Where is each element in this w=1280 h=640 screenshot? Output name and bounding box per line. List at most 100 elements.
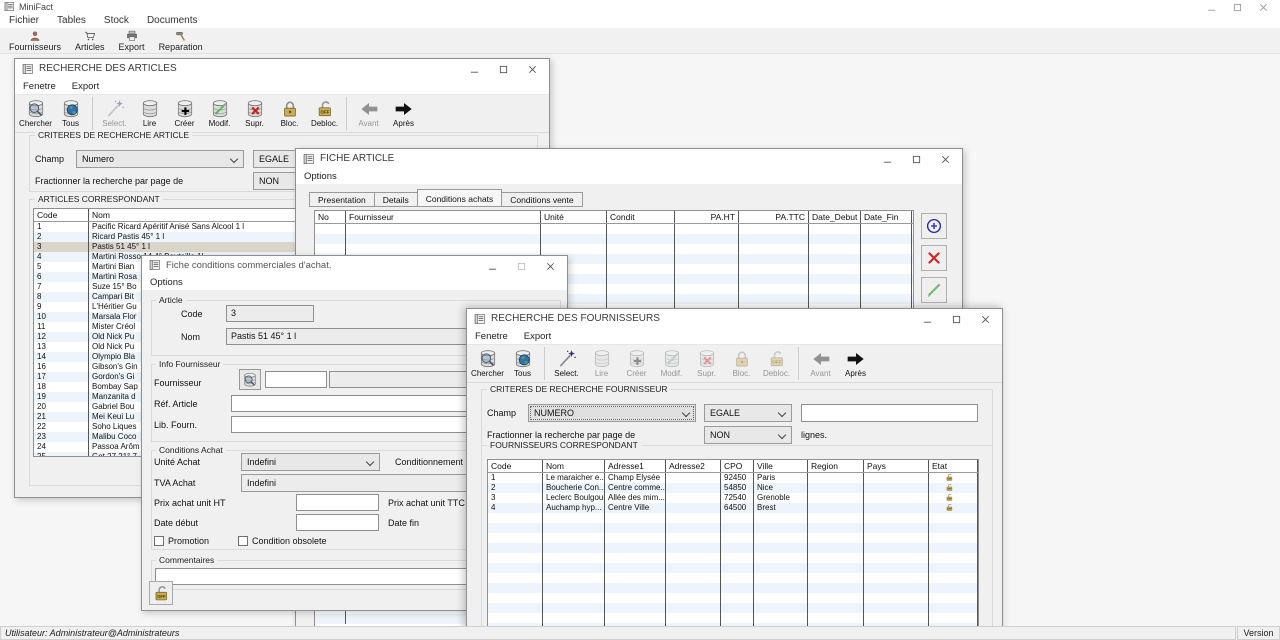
menu-item-options[interactable]: Options bbox=[296, 169, 345, 184]
menu-item-fichier[interactable]: Fichier bbox=[0, 14, 48, 28]
champ-select[interactable]: Numero bbox=[76, 150, 244, 168]
toolbar-button-articles[interactable]: Articles bbox=[68, 30, 112, 52]
toolbar-button-tous[interactable]: Tous bbox=[505, 349, 540, 378]
table-row[interactable]: 1Le maraicher e...Champ Elysée92450Paris bbox=[488, 473, 978, 483]
column-header-code[interactable]: Code bbox=[34, 209, 89, 221]
delete-row-button[interactable] bbox=[921, 245, 947, 271]
column-header-etat[interactable]: Etat bbox=[929, 460, 978, 472]
minimize-button[interactable] bbox=[1198, 0, 1224, 14]
column-header-condit[interactable]: Condit bbox=[607, 211, 675, 223]
toolbar-button-export[interactable]: Export bbox=[112, 30, 152, 52]
menu-item-export[interactable]: Export bbox=[516, 329, 559, 344]
fournisseur-code-field[interactable] bbox=[265, 371, 327, 388]
condition-obsolete-checkbox[interactable] bbox=[238, 536, 248, 546]
add-row-button[interactable] bbox=[921, 213, 947, 239]
toolbar-button-bloc[interactable]: Bloc. bbox=[272, 99, 307, 128]
table-row[interactable]: 3Leclerc BoulgourAllée des mim...72540Gr… bbox=[488, 493, 978, 503]
toolbar-button-select: Select. bbox=[97, 99, 132, 128]
menu-item-export[interactable]: Export bbox=[64, 79, 107, 94]
window-icon bbox=[303, 153, 315, 165]
column-header-no[interactable]: No bbox=[315, 211, 346, 223]
db-pencil-icon bbox=[662, 349, 682, 369]
column-header-unit-[interactable]: Unité bbox=[541, 211, 607, 223]
column-header-adresse2[interactable]: Adresse2 bbox=[666, 460, 721, 472]
minimize-button[interactable] bbox=[460, 59, 489, 79]
toolbar-button-supr[interactable]: Supr. bbox=[237, 99, 272, 128]
toolbar-button-modif[interactable]: Modif. bbox=[202, 99, 237, 128]
toolbar-button-aprs[interactable]: Après bbox=[386, 99, 421, 128]
toolbar-button-select[interactable]: Select. bbox=[549, 349, 584, 378]
menu-item-options[interactable]: Options bbox=[142, 275, 191, 290]
toolbar-button-debloc[interactable]: Debloc. bbox=[307, 99, 342, 128]
table-row[interactable]: 4Auchamp hyp...Centre Ville64500Brest bbox=[488, 503, 978, 513]
champ-select[interactable]: NUMERO bbox=[528, 404, 696, 422]
column-header-pays[interactable]: Pays bbox=[864, 460, 929, 472]
titlebar[interactable]: FICHE ARTICLE bbox=[296, 149, 962, 169]
close-button[interactable] bbox=[971, 309, 1000, 329]
prix-ht-field[interactable] bbox=[296, 494, 379, 511]
operator-select[interactable]: EGALE bbox=[704, 404, 792, 422]
search-value-field[interactable] bbox=[801, 404, 978, 422]
table-row[interactable]: 2Boucherie Con...Centre comme...54850Nic… bbox=[488, 483, 978, 493]
titlebar[interactable]: Fiche conditions commerciales d'achat. bbox=[142, 256, 567, 275]
titlebar[interactable]: RECHERCHE DES ARTICLES bbox=[15, 59, 549, 79]
unite-achat-select[interactable]: Indefini bbox=[241, 453, 380, 471]
toolbar-button-crer[interactable]: Créer bbox=[167, 99, 202, 128]
fournisseurs-toolbar: ChercherTousSelect.LireCréerModif.Supr.B… bbox=[467, 344, 1002, 383]
column-header-pa-ttc[interactable]: PA.TTC bbox=[739, 211, 809, 223]
tab-conditions-achats[interactable]: Conditions achats bbox=[417, 189, 503, 207]
minimize-button[interactable] bbox=[913, 309, 942, 329]
toolbar-button-avant: Avant bbox=[803, 349, 838, 378]
maximize-button[interactable] bbox=[489, 59, 518, 79]
tab-conditions-vente[interactable]: Conditions vente bbox=[502, 192, 582, 207]
date-debut-field[interactable] bbox=[296, 514, 379, 531]
toolbar-button-reparation[interactable]: Reparation bbox=[152, 30, 210, 52]
toolbar-button-chercher[interactable]: Chercher bbox=[470, 349, 505, 378]
column-header-region[interactable]: Region bbox=[808, 460, 864, 472]
nom-label: Nom bbox=[181, 332, 200, 342]
toolbar-button-lire[interactable]: Lire bbox=[132, 99, 167, 128]
results-legend: FOURNISSEURS CORRESPONDANT bbox=[487, 440, 641, 450]
menu-item-tables[interactable]: Tables bbox=[48, 14, 95, 28]
close-button[interactable] bbox=[1250, 0, 1276, 14]
info-fournisseur-legend: Info Fournisseur bbox=[156, 359, 223, 369]
fraction-select[interactable]: NON bbox=[704, 426, 792, 444]
column-header-ville[interactable]: Ville bbox=[754, 460, 808, 472]
column-header-pa-ht[interactable]: PA.HT bbox=[675, 211, 739, 223]
tab-presentation[interactable]: Presentation bbox=[309, 192, 375, 207]
tab-details[interactable]: Details bbox=[375, 192, 418, 207]
toolbar-button-fournisseurs[interactable]: Fournisseurs bbox=[2, 30, 68, 52]
maximize-button[interactable] bbox=[902, 149, 931, 169]
minimize-button[interactable] bbox=[478, 256, 507, 276]
close-button[interactable] bbox=[931, 149, 960, 169]
titlebar[interactable]: RECHERCHE DES FOURNISSEURS bbox=[467, 309, 1002, 329]
menu-item-fenetre[interactable]: Fenetre bbox=[15, 79, 64, 94]
maximize-button[interactable] bbox=[942, 309, 971, 329]
toolbar-button-chercher[interactable]: Chercher bbox=[18, 99, 53, 128]
code-field[interactable]: 3 bbox=[226, 305, 314, 322]
column-header-fournisseur[interactable]: Fournisseur bbox=[346, 211, 541, 223]
toolbar-button-tous[interactable]: Tous bbox=[53, 99, 88, 128]
menu-item-stock[interactable]: Stock bbox=[95, 14, 138, 28]
table-row-empty bbox=[488, 603, 978, 613]
promotion-checkbox[interactable] bbox=[154, 536, 164, 546]
chevron-down-icon bbox=[230, 155, 238, 163]
fournisseur-search-button[interactable] bbox=[239, 369, 261, 390]
maximize-button bbox=[507, 256, 536, 276]
menu-item-documents[interactable]: Documents bbox=[138, 14, 207, 28]
column-header-adresse1[interactable]: Adresse1 bbox=[605, 460, 666, 472]
unlock-button[interactable] bbox=[149, 581, 173, 605]
column-header-cpo[interactable]: CPO bbox=[721, 460, 754, 472]
column-header-code[interactable]: Code bbox=[488, 460, 543, 472]
edit-row-button[interactable] bbox=[921, 277, 947, 303]
column-header-nom[interactable]: Nom bbox=[543, 460, 605, 472]
close-button[interactable] bbox=[536, 256, 565, 276]
toolbar-button-aprs[interactable]: Après bbox=[838, 349, 873, 378]
column-header-date-debut[interactable]: Date_Debut bbox=[809, 211, 861, 223]
table-row-empty bbox=[488, 513, 978, 523]
close-button[interactable] bbox=[518, 59, 547, 79]
menu-item-fenetre[interactable]: Fenetre bbox=[467, 329, 516, 344]
column-header-date-fin[interactable]: Date_Fin bbox=[861, 211, 912, 223]
minimize-button[interactable] bbox=[873, 149, 902, 169]
maximize-button[interactable] bbox=[1224, 0, 1250, 14]
